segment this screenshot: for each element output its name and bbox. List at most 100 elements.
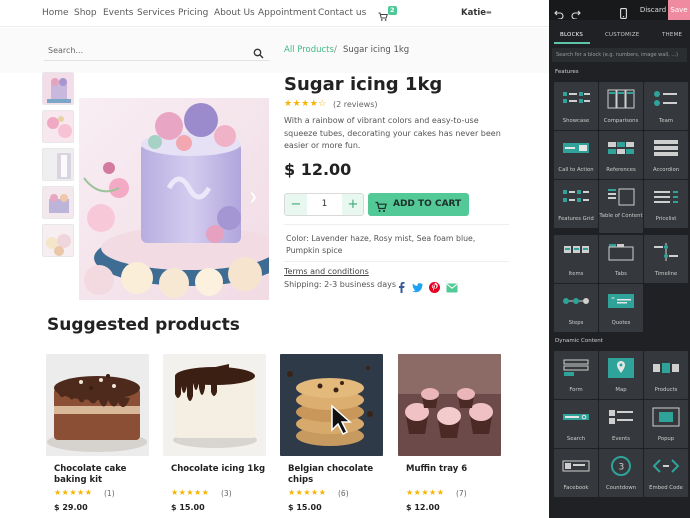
product-card[interactable]: Belgian chocolate chips ★★★★★ (6) $ 15.0… <box>280 354 383 516</box>
pinterest-icon[interactable] <box>429 278 440 297</box>
features-heading: Features <box>555 69 579 75</box>
product-card-image[interactable] <box>46 354 149 456</box>
block-popup[interactable]: Popup <box>644 400 688 448</box>
suggested-products-heading: Suggested products <box>47 315 240 335</box>
block-products[interactable]: Products <box>644 351 688 399</box>
block-label: Accordion <box>652 167 680 173</box>
product-card-name[interactable]: Chocolate cake baking kit <box>54 464 149 486</box>
rating-stars: ★★★★★ <box>288 488 327 497</box>
breadcrumb-parent-link[interactable]: All Products <box>284 45 334 55</box>
rating-count: (6) <box>338 489 349 498</box>
save-button[interactable]: Save <box>668 0 690 20</box>
svg-text:3: 3 <box>619 463 625 473</box>
chevron-down-icon[interactable]: ▬ <box>486 9 492 16</box>
undo-icon[interactable] <box>554 4 564 23</box>
product-card-name[interactable]: Chocolate icing 1kg <box>171 464 266 475</box>
nav-about[interactable]: About Us <box>214 8 255 18</box>
product-description: With a rainbow of vibrant colors and eas… <box>284 116 501 150</box>
block-countdown[interactable]: 3 Countdown <box>599 449 643 497</box>
product-thumbnail[interactable] <box>42 110 74 143</box>
block-table-of-content[interactable]: Table of Content <box>599 180 643 233</box>
block-tabs[interactable]: Tabs <box>599 235 643 283</box>
user-menu[interactable]: Katie <box>461 8 486 18</box>
product-main-image[interactable] <box>79 98 269 300</box>
block-accordion[interactable]: Accordion <box>644 131 688 179</box>
search-input[interactable]: Search... <box>44 41 270 61</box>
block-embed-code[interactable]: Embed Code <box>644 449 688 497</box>
tab-blocks[interactable]: BLOCKS <box>560 32 583 38</box>
nav-services[interactable]: Services <box>137 8 175 18</box>
mobile-preview-icon[interactable] <box>620 4 627 23</box>
search-icon[interactable] <box>253 44 264 63</box>
redo-icon[interactable] <box>571 4 581 23</box>
cart-icon[interactable] <box>378 7 388 26</box>
rating-stars: ★★★★★ <box>406 488 445 497</box>
nav-contact[interactable]: Contact us <box>318 8 366 18</box>
product-card-image[interactable] <box>163 354 266 456</box>
product-card-name[interactable]: Belgian chocolate chips <box>288 464 383 486</box>
product-thumbnail[interactable] <box>42 186 74 219</box>
block-call-to-action[interactable]: Call to Action <box>554 131 598 179</box>
block-items[interactable]: Items <box>554 235 598 283</box>
features-grid-icon <box>563 190 589 202</box>
nav-home[interactable]: Home <box>42 8 69 18</box>
accordion-icon <box>654 140 678 156</box>
twitter-icon[interactable] <box>412 278 423 297</box>
nav-events[interactable]: Events <box>103 8 133 18</box>
product-card-name[interactable]: Muffin tray 6 <box>406 464 501 475</box>
block-events[interactable]: Events <box>599 400 643 448</box>
email-icon[interactable] <box>446 278 458 297</box>
product-card[interactable]: Muffin tray 6 ★★★★★ (7) $ 12.00 <box>398 354 501 516</box>
quantity-decrease-button[interactable]: − <box>285 194 307 215</box>
block-team[interactable]: Team <box>644 82 688 130</box>
svg-text:“: “ <box>611 296 615 305</box>
map-icon <box>608 358 634 378</box>
product-card-image[interactable] <box>398 354 501 456</box>
product-card[interactable]: Chocolate icing 1kg ★★★★★ (3) $ 15.00 <box>163 354 266 516</box>
block-facebook[interactable]: Facebook <box>554 449 598 497</box>
nav-appointment[interactable]: Appointment <box>258 8 316 18</box>
popup-icon <box>652 407 680 427</box>
quantity-stepper: − 1 + <box>284 193 364 216</box>
chevron-right-icon[interactable]: ❯ <box>249 192 257 203</box>
product-card[interactable]: Chocolate cake baking kit ★★★★★ (1) $ 29… <box>46 354 149 516</box>
discard-button[interactable]: Discard <box>634 0 672 20</box>
comparisons-icon <box>607 89 635 109</box>
block-pricelist[interactable]: Pricelist <box>644 180 688 228</box>
tab-theme[interactable]: THEME <box>662 32 682 38</box>
block-showcase[interactable]: Showcase <box>554 82 598 130</box>
terms-link[interactable]: Terms and conditions <box>284 267 369 276</box>
block-timeline[interactable]: Timeline <box>644 235 688 283</box>
rating-stars: ★★★★★ <box>54 488 93 497</box>
block-features-grid[interactable]: Features Grid <box>554 180 598 228</box>
nav-shop[interactable]: Shop <box>74 8 97 18</box>
block-steps[interactable]: Steps <box>554 284 598 332</box>
quantity-input[interactable]: 1 <box>307 194 342 215</box>
product-thumbnail[interactable] <box>42 148 74 181</box>
product-card-image[interactable] <box>280 354 383 456</box>
block-label: Search <box>566 436 586 442</box>
reviews-count-link[interactable]: (2 reviews) <box>333 100 378 109</box>
add-to-cart-button[interactable]: ADD TO CART <box>368 193 469 216</box>
block-references[interactable]: References <box>599 131 643 179</box>
quantity-increase-button[interactable]: + <box>342 194 363 215</box>
block-search-input[interactable]: Search for a block (e.g. numbers, image … <box>552 48 687 62</box>
product-thumbnail[interactable] <box>42 224 74 257</box>
block-comparisons[interactable]: Comparisons <box>599 82 643 130</box>
top-navbar: Home Shop Events Services Pricing About … <box>0 0 549 27</box>
quotes-icon: “ <box>608 294 634 308</box>
block-form[interactable]: Form <box>554 351 598 399</box>
block-quotes[interactable]: “ Quotes <box>599 284 643 332</box>
tab-customize[interactable]: CUSTOMIZE <box>605 32 639 38</box>
editor-toolbar: Discard Save <box>549 0 690 20</box>
facebook-icon[interactable] <box>397 278 406 297</box>
products-icon <box>653 363 679 373</box>
product-card-price: $ 15.00 <box>171 503 205 512</box>
nav-pricing[interactable]: Pricing <box>178 8 208 18</box>
block-label: Team <box>659 118 673 124</box>
block-map[interactable]: Map <box>599 351 643 399</box>
editor-tabs: BLOCKS CUSTOMIZE THEME <box>549 27 690 43</box>
product-thumbnail[interactable] <box>42 72 74 105</box>
pricelist-icon <box>654 191 678 203</box>
block-search[interactable]: Search <box>554 400 598 448</box>
